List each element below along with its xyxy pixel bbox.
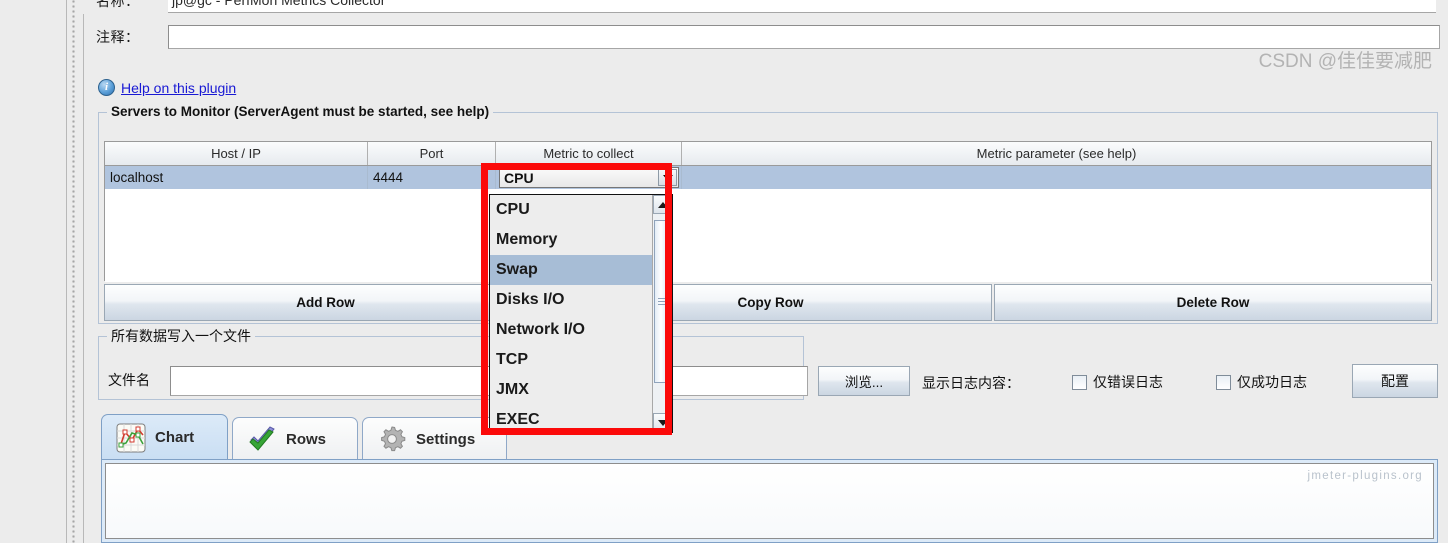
tab-settings-label: Settings — [416, 430, 476, 448]
scroll-down-button[interactable] — [653, 413, 672, 432]
errors-only-checkbox-wrap[interactable]: 仅错误日志 — [1072, 372, 1163, 392]
dropdown-option-exec[interactable]: EXEC — [490, 405, 652, 432]
tab-content-panel: jmeter-plugins.org — [101, 459, 1438, 543]
success-only-label: 仅成功日志 — [1237, 374, 1307, 390]
help-line: i Help on this plugin — [98, 79, 236, 96]
column-header-parameter[interactable]: Metric parameter (see help) — [682, 142, 1431, 165]
delete-row-button[interactable]: Delete Row — [994, 284, 1432, 321]
cell-parameter[interactable] — [682, 166, 1431, 189]
tab-rows-label: Rows — [286, 430, 327, 448]
tab-rows[interactable]: Rows — [232, 417, 358, 460]
name-input[interactable]: jp@gc - PerfMon Metrics Collector — [168, 0, 1436, 13]
dropdown-option-network-io[interactable]: Network I/O — [490, 315, 652, 345]
dropdown-option-jmx[interactable]: JMX — [490, 375, 652, 405]
tab-settings[interactable]: Settings — [362, 417, 507, 460]
metric-dropdown-popup[interactable]: CPU Memory Swap Disks I/O Network I/O TC… — [489, 194, 673, 433]
scroll-up-button[interactable] — [653, 195, 672, 214]
cell-host[interactable]: localhost — [105, 166, 368, 189]
add-row-button[interactable]: Add Row — [104, 284, 547, 321]
table-header-row: Host / IP Port Metric to collect Metric … — [105, 142, 1431, 166]
comment-input[interactable] — [168, 25, 1440, 49]
dropdown-option-cpu[interactable]: CPU — [490, 195, 652, 225]
dropdown-option-memory[interactable]: Memory — [490, 225, 652, 255]
name-input-value: jp@gc - PerfMon Metrics Collector — [172, 0, 386, 8]
table-row[interactable]: localhost 4444 CPU — [105, 166, 1431, 189]
column-header-port[interactable]: Port — [368, 142, 496, 165]
gear-icon — [377, 424, 407, 454]
split-pane-divider[interactable] — [66, 0, 84, 543]
configure-button[interactable]: 配置 — [1352, 364, 1438, 398]
csdn-watermark: CSDN @佳佳要减肥 — [1258, 51, 1432, 72]
divider-grip-dots — [72, 0, 76, 543]
metric-combobox[interactable]: CPU — [499, 167, 679, 188]
cell-metric[interactable]: CPU — [496, 166, 682, 189]
log-content-label: 显示日志内容： — [922, 375, 1020, 391]
line-chart-icon — [116, 423, 146, 453]
table-empty-area — [105, 189, 1431, 282]
triangle-up-icon — [657, 201, 668, 208]
jmeter-perfmon-collector-window: 名称： jp@gc - PerfMon Metrics Collector 注释… — [0, 0, 1448, 543]
tab-strip: Chart Rows Settings — [101, 414, 1438, 460]
servers-group-title: Servers to Monitor (ServerAgent must be … — [107, 104, 494, 120]
tab-chart[interactable]: Chart — [101, 414, 228, 460]
errors-only-checkbox[interactable] — [1072, 374, 1087, 390]
green-check-icon — [247, 424, 277, 454]
scrollbar-thumb[interactable] — [654, 220, 671, 383]
comment-row: 注释： — [96, 24, 1440, 50]
metric-dropdown-list[interactable]: CPU Memory Swap Disks I/O Network I/O TC… — [490, 195, 652, 432]
comment-label: 注释： — [96, 29, 140, 45]
dropdown-option-disks-io[interactable]: Disks I/O — [490, 285, 652, 315]
column-header-host[interactable]: Host / IP — [105, 142, 368, 165]
jmeter-plugins-watermark: jmeter-plugins.org — [1307, 470, 1423, 482]
dropdown-option-swap[interactable]: Swap — [490, 255, 652, 285]
dropdown-option-tcp[interactable]: TCP — [490, 345, 652, 375]
metric-combobox-value: CPU — [504, 169, 534, 186]
filename-label: 文件名 — [108, 372, 150, 388]
left-panel-gutter — [0, 0, 66, 543]
metric-combobox-arrow-button[interactable] — [658, 169, 677, 186]
cell-port[interactable]: 4444 — [368, 166, 496, 189]
info-icon: i — [98, 79, 115, 96]
servers-table[interactable]: Host / IP Port Metric to collect Metric … — [104, 141, 1432, 282]
success-only-checkbox-wrap[interactable]: 仅成功日志 — [1216, 372, 1307, 392]
name-row: 名称： jp@gc - PerfMon Metrics Collector — [96, 0, 1436, 13]
file-group-title: 所有数据写入一个文件 — [107, 328, 255, 344]
name-label: 名称： — [96, 0, 140, 9]
scrollbar-grip-icon — [658, 297, 669, 306]
tab-chart-label: Chart — [155, 429, 195, 446]
dropdown-scrollbar[interactable] — [652, 195, 672, 432]
scrollbar-track[interactable] — [653, 214, 672, 413]
chevron-down-icon — [662, 174, 673, 181]
column-header-metric[interactable]: Metric to collect — [496, 142, 682, 165]
triangle-down-icon — [657, 419, 668, 426]
chart-canvas-area[interactable]: jmeter-plugins.org — [105, 463, 1434, 539]
browse-button[interactable]: 浏览... — [818, 366, 910, 396]
errors-only-label: 仅错误日志 — [1093, 374, 1163, 390]
help-on-this-plugin-link[interactable]: Help on this plugin — [121, 80, 236, 96]
success-only-checkbox[interactable] — [1216, 374, 1231, 390]
